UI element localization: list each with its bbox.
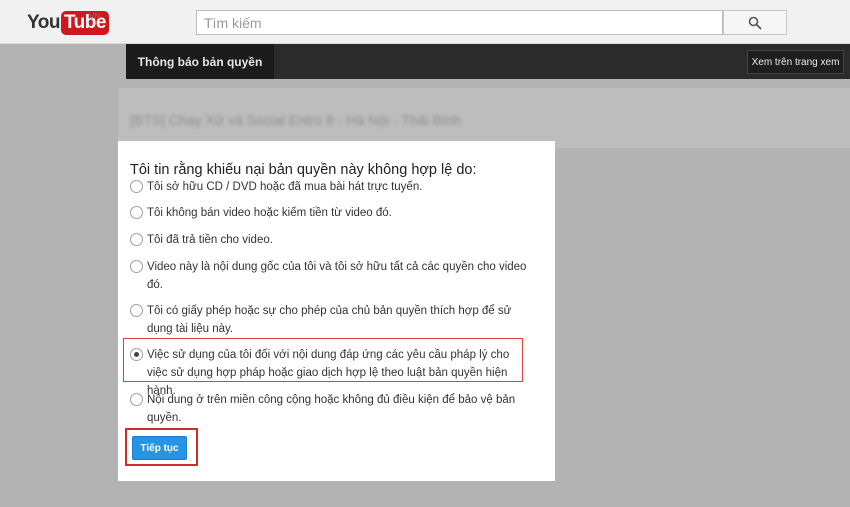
- option-label: Tôi không bán video hoặc kiếm tiền từ vi…: [147, 207, 392, 219]
- option-not-monetized[interactable]: Tôi không bán video hoặc kiếm tiền từ vi…: [130, 204, 532, 222]
- continue-button[interactable]: Tiếp tục: [132, 436, 187, 460]
- search-box[interactable]: [196, 10, 723, 35]
- tab-copyright-notice[interactable]: Thông báo bản quyền: [126, 44, 274, 79]
- option-label: Nội dung ở trên miền công cộng hoặc khôn…: [147, 394, 516, 424]
- search-input[interactable]: [197, 11, 722, 34]
- search-icon: [748, 16, 762, 29]
- option-label: Tôi đã trả tiền cho video.: [147, 234, 273, 246]
- radio-button[interactable]: [130, 180, 143, 193]
- option-paid[interactable]: Tôi đã trả tiền cho video.: [130, 231, 532, 249]
- dispute-dialog: Tôi tin rằng khiếu nại bản quyền này khô…: [118, 141, 555, 481]
- logo-region-label: VN: [89, 12, 101, 21]
- copyright-toolbar: Thông báo bản quyền Xem trên trang xem: [126, 44, 850, 79]
- radio-button[interactable]: [130, 233, 143, 246]
- option-own-cd[interactable]: Tôi sở hữu CD / DVD hoặc đã mua bài hát …: [130, 178, 532, 196]
- continue-highlight: Tiếp tục: [125, 428, 198, 466]
- option-license[interactable]: Tôi có giấy phép hoặc sự cho phép của ch…: [130, 302, 532, 338]
- radio-button[interactable]: [130, 206, 143, 219]
- top-header: You Tube VN: [0, 0, 850, 44]
- radio-button[interactable]: [130, 304, 143, 317]
- video-title: [BTS] Chạy Xử và Social Entro 8 - Hà Nội…: [130, 112, 462, 128]
- option-original-content[interactable]: Video này là nội dung gốc của tôi và tôi…: [130, 258, 532, 294]
- radio-button-selected[interactable]: [130, 348, 143, 361]
- option-label: Tôi có giấy phép hoặc sự cho phép của ch…: [147, 305, 512, 335]
- dialog-question: Tôi tin rằng khiếu nại bản quyền này khô…: [130, 162, 477, 178]
- watch-page-button[interactable]: Xem trên trang xem: [747, 50, 844, 74]
- option-public-domain[interactable]: Nội dung ở trên miền công cộng hoặc khôn…: [130, 391, 532, 427]
- option-label: Tôi sở hữu CD / DVD hoặc đã mua bài hát …: [147, 181, 423, 193]
- radio-button[interactable]: [130, 260, 143, 273]
- option-label: Video này là nội dung gốc của tôi và tôi…: [147, 261, 527, 291]
- logo-you-text: You: [27, 12, 60, 33]
- logo-tube-text: Tube: [60, 11, 109, 35]
- radio-button[interactable]: [130, 393, 143, 406]
- search-button[interactable]: [723, 10, 787, 35]
